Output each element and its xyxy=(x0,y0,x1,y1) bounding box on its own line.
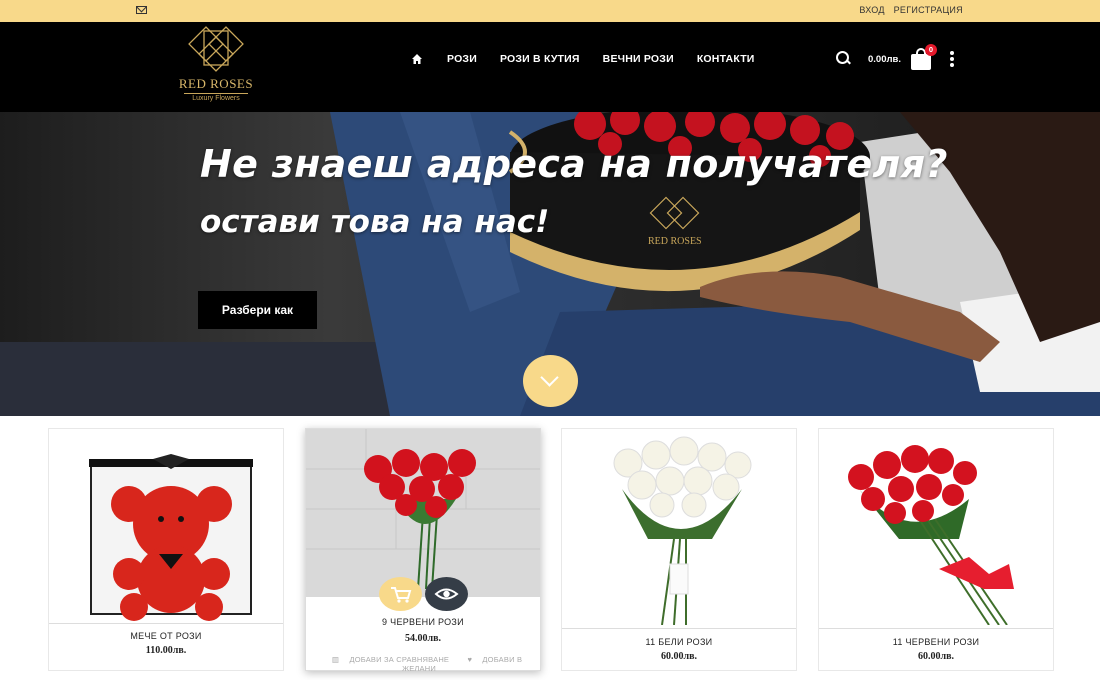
product-actions: ▥ ДОБАВИ ЗА СРАВНЯВАНЕ ♥ ДОБАВИ В ЖЕЛАНИ xyxy=(306,655,540,673)
product-image-11-red-roses[interactable] xyxy=(819,429,1053,625)
logo-diamonds-icon xyxy=(188,26,244,72)
cart-total[interactable]: 0.00лв. xyxy=(868,54,901,65)
more-menu-icon[interactable] xyxy=(950,49,955,69)
logo-name: RED ROSES xyxy=(178,76,254,91)
logo[interactable]: RED ROSES Luxury Flowers xyxy=(176,26,256,106)
product-card[interactable]: 11 БЕЛИ РОЗИ 60.00лв. xyxy=(561,428,797,671)
nav-item-roses-in-box[interactable]: РОЗИ В КУТИЯ xyxy=(500,53,580,65)
hero-banner: RED ROSES Не знаеш адреса на получателя?… xyxy=(0,112,1100,416)
quick-view-button[interactable] xyxy=(425,577,468,611)
nav-item-contacts[interactable]: КОНТАКТИ xyxy=(697,53,755,65)
register-link[interactable]: РЕГИСТРАЦИЯ xyxy=(894,5,963,15)
product-image-11-white-roses[interactable] xyxy=(562,429,796,625)
nav-item-eternal-roses[interactable]: ВЕЧНИ РОЗИ xyxy=(603,53,674,65)
heart-icon: ♥ xyxy=(467,655,473,664)
cart-button[interactable]: 0 xyxy=(911,44,938,70)
header-tools: 0.00лв. 0 xyxy=(836,44,955,70)
product-price: 60.00лв. xyxy=(660,651,697,662)
add-to-cart-button[interactable] xyxy=(379,577,422,611)
scroll-down-icon[interactable] xyxy=(523,355,578,407)
product-price: 54.00лв. xyxy=(404,633,441,644)
home-icon[interactable] xyxy=(411,53,423,65)
cart-icon xyxy=(391,587,412,603)
product-price: 110.00лв. xyxy=(145,645,187,656)
product-name[interactable]: МЕЧЕ ОТ РОЗИ xyxy=(49,631,283,641)
shopping-bag-body xyxy=(911,54,932,70)
product-name[interactable]: 9 ЧЕРВЕНИ РОЗИ xyxy=(306,617,540,627)
product-name[interactable]: 11 БЕЛИ РОЗИ xyxy=(562,637,796,647)
card-divider xyxy=(49,623,283,624)
card-divider xyxy=(819,628,1053,629)
hero-headline: Не знаеш адреса на получателя? xyxy=(200,142,948,186)
account-links: ВХОД РЕГИСТРАЦИЯ xyxy=(853,5,963,15)
mail-icon[interactable] xyxy=(136,6,147,14)
logo-tagline: Luxury Flowers xyxy=(184,93,248,102)
top-bar: ВХОД РЕГИСТРАЦИЯ xyxy=(0,0,1100,22)
product-image-teddy[interactable] xyxy=(49,429,283,625)
site-header: RED ROSES Luxury Flowers РОЗИ РОЗИ В КУТ… xyxy=(0,22,1100,112)
hero-subline: остави това на нас! xyxy=(200,204,550,240)
nav-item-roses[interactable]: РОЗИ xyxy=(447,53,477,65)
product-name[interactable]: 11 ЧЕРВЕНИ РОЗИ xyxy=(819,637,1053,647)
product-card[interactable]: 11 ЧЕРВЕНИ РОЗИ 60.00лв. xyxy=(818,428,1054,671)
compare-link[interactable]: ▥ ДОБАВИ ЗА СРАВНЯВАНЕ xyxy=(328,655,453,664)
compare-icon: ▥ xyxy=(331,655,340,664)
compare-label: ДОБАВИ ЗА СРАВНЯВАНЕ xyxy=(349,655,450,664)
main-nav: РОЗИ РОЗИ В КУТИЯ ВЕЧНИ РОЗИ КОНТАКТИ xyxy=(411,53,778,65)
box-logo-text: RED ROSES xyxy=(648,236,702,247)
learn-how-button[interactable]: Разбери как xyxy=(198,291,317,329)
product-card[interactable]: 9 ЧЕРВЕНИ РОЗИ 54.00лв. ▥ ДОБАВИ ЗА СРАВ… xyxy=(305,428,541,673)
eye-icon xyxy=(434,588,459,600)
login-link[interactable]: ВХОД xyxy=(859,5,884,15)
product-card[interactable]: МЕЧЕ ОТ РОЗИ 110.00лв. xyxy=(48,428,284,671)
product-price: 60.00лв. xyxy=(917,651,954,662)
search-icon[interactable] xyxy=(836,51,852,67)
cart-count-badge: 0 xyxy=(925,44,938,56)
card-divider xyxy=(562,628,796,629)
product-image-9-red-roses[interactable] xyxy=(306,429,540,597)
